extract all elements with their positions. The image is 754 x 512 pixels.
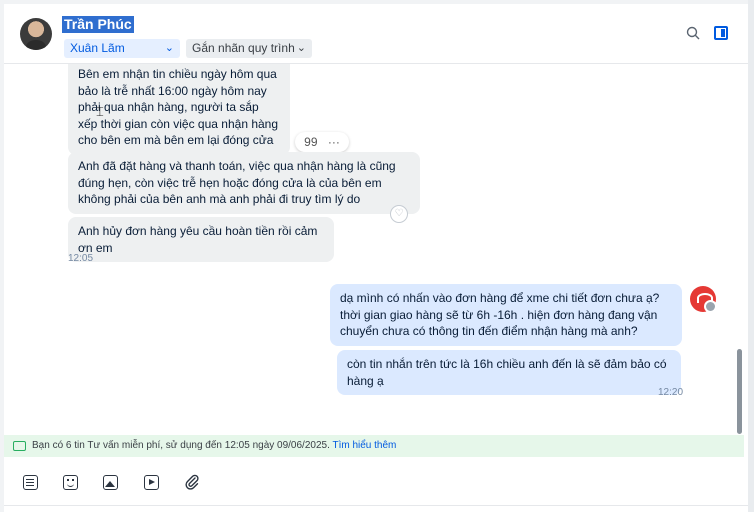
paperclip-glyph — [185, 474, 199, 490]
contact-name[interactable]: Trần Phúc — [62, 16, 134, 33]
assignee-select-label: Xuân Lãm — [70, 41, 125, 55]
message-icon — [13, 441, 26, 451]
message-time: 12:05 — [68, 253, 94, 264]
message-outgoing: dạ mình có nhấn vào đơn hàng để xme chi … — [330, 284, 682, 346]
chevron-down-icon: ⌄ — [296, 42, 306, 54]
window-right-edge — [748, 0, 754, 512]
more-icon[interactable]: ··· — [328, 135, 340, 149]
message-incoming: Anh đã đặt hàng và thanh toán, việc qua … — [68, 152, 420, 214]
message-outgoing: còn tin nhắn trên tức là 16h chiều anh đ… — [337, 350, 681, 395]
notice-text: Bạn có 6 tin Tư vấn miễn phí, sử dụng đế… — [32, 440, 330, 451]
learn-more-link[interactable]: Tìm hiểu thêm — [332, 440, 396, 451]
image-icon[interactable] — [100, 472, 120, 492]
message-list[interactable]: Bên em nhận tin chiều ngày hôm qua bảo l… — [4, 64, 748, 434]
message-actions[interactable]: 99 ··· — [295, 132, 349, 152]
text-cursor-icon: ⌶ — [96, 104, 104, 119]
heart-react-icon[interactable]: ♡ — [390, 205, 408, 223]
free-consult-notice: Bạn có 6 tin Tư vấn miễn phí, sử dụng đế… — [4, 435, 744, 457]
quote-icon[interactable]: 99 — [304, 135, 317, 149]
chevron-down-icon: ⌄ — [164, 42, 174, 54]
video-icon[interactable] — [141, 472, 161, 492]
video-glyph — [143, 474, 159, 490]
assignee-select[interactable]: Xuân Lãm ⌄ — [64, 39, 180, 58]
document-glyph — [22, 474, 38, 490]
agent-avatar[interactable] — [690, 286, 717, 313]
image-glyph — [102, 474, 118, 490]
text-format-icon[interactable] — [20, 472, 40, 492]
tag-select[interactable]: Gắn nhãn quy trình ⌄ — [186, 39, 312, 58]
message-incoming: Anh hủy đơn hàng yêu cầu hoàn tiền rồi c… — [68, 217, 334, 262]
toggle-panel-icon[interactable] — [714, 26, 728, 40]
search-icon[interactable] — [686, 26, 700, 40]
composer-toolbar — [4, 460, 748, 506]
scrollbar[interactable] — [737, 349, 742, 434]
sticker-icon[interactable] — [60, 472, 80, 492]
contact-avatar[interactable] — [20, 18, 52, 50]
attachment-icon[interactable] — [182, 472, 202, 492]
chat-header: Trần Phúc Xuân Lãm ⌄ Gắn nhãn quy trình … — [4, 4, 748, 64]
message-time: 12:20 — [658, 387, 684, 398]
tag-select-label: Gắn nhãn quy trình — [192, 41, 295, 55]
sticker-glyph — [62, 474, 78, 490]
